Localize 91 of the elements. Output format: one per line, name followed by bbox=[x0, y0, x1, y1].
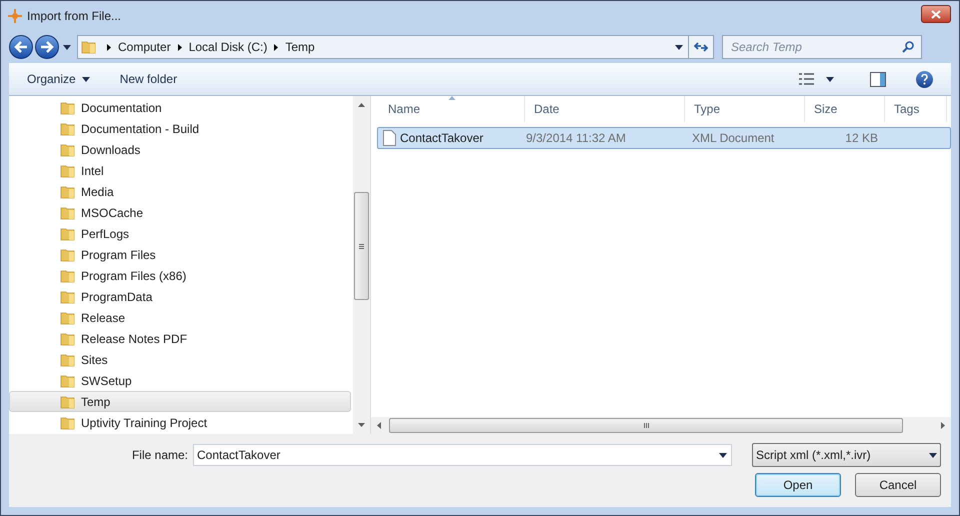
scroll-left-icon bbox=[377, 422, 381, 429]
folder-item[interactable]: Temp bbox=[9, 391, 351, 412]
file-name-field[interactable]: ContactTakover bbox=[193, 444, 732, 466]
folder-icon bbox=[60, 226, 76, 242]
folder-icon bbox=[60, 352, 76, 368]
folder-item[interactable]: ProgramData bbox=[9, 286, 351, 307]
scroll-up-icon bbox=[358, 103, 365, 107]
folder-item[interactable]: MSOCache bbox=[9, 202, 351, 223]
folder-icon bbox=[60, 100, 76, 116]
folder-icon bbox=[60, 268, 76, 284]
grip-icon bbox=[359, 244, 364, 248]
preview-pane-button[interactable] bbox=[870, 72, 886, 86]
caret-icon bbox=[674, 44, 682, 50]
chevron-icon bbox=[274, 44, 278, 50]
folder-icon bbox=[60, 372, 76, 388]
column-header[interactable]: Date bbox=[525, 96, 685, 122]
chevron-icon bbox=[107, 44, 111, 50]
folder-icon bbox=[60, 288, 76, 304]
scroll-thumb[interactable] bbox=[354, 192, 369, 300]
address-bar[interactable]: Computer Local Disk (C:) Temp bbox=[77, 35, 714, 59]
organize-menu[interactable]: Organize bbox=[27, 70, 90, 88]
forward-button[interactable] bbox=[35, 35, 59, 59]
folder-icon bbox=[60, 414, 76, 430]
window-title: Import from File... bbox=[27, 8, 122, 25]
file-name: ContactTakover bbox=[400, 130, 484, 147]
dialog-button[interactable]: Cancel bbox=[855, 473, 941, 497]
folder-item[interactable]: Uptivity Training Project bbox=[9, 412, 351, 433]
folder-item[interactable]: Downloads bbox=[9, 139, 351, 160]
file-row[interactable]: ContactTakover 9/3/2014 11:32 AM XML Document 12 KB bbox=[377, 127, 951, 149]
file-size: 12 KB bbox=[844, 130, 878, 147]
chevron-icon bbox=[178, 44, 182, 50]
search-field[interactable]: Search Temp bbox=[722, 35, 922, 59]
folder-item[interactable]: Intel bbox=[9, 160, 351, 181]
column-header[interactable]: Name bbox=[379, 96, 525, 122]
folder-item[interactable]: PerfLogs bbox=[9, 223, 351, 244]
folder-item[interactable]: Documentation bbox=[9, 97, 351, 118]
folder-item[interactable]: Documentation - Build bbox=[9, 118, 351, 139]
scroll-down-icon bbox=[358, 423, 365, 427]
help-button[interactable] bbox=[916, 70, 933, 88]
folder-icon bbox=[60, 120, 76, 136]
folder-item[interactable]: Sites bbox=[9, 349, 351, 370]
back-arrow-icon bbox=[14, 41, 28, 53]
close-button[interactable] bbox=[921, 5, 951, 23]
folder-icon bbox=[60, 184, 76, 200]
folder-icon bbox=[60, 204, 76, 220]
breadcrumb-link[interactable]: Computer bbox=[118, 38, 171, 56]
folder-item[interactable]: Program Files (x86) bbox=[9, 265, 351, 286]
column-header[interactable]: Tags bbox=[885, 96, 947, 122]
folder-icon bbox=[60, 246, 76, 262]
folder-item[interactable]: Release bbox=[9, 307, 351, 328]
file-type-dropdown[interactable]: Script xml (*.xml,*.ivr) bbox=[752, 443, 941, 467]
folder-icon bbox=[60, 330, 76, 346]
caret-icon bbox=[826, 76, 834, 82]
app-icon bbox=[7, 8, 23, 24]
dialog-button[interactable]: Open bbox=[755, 473, 841, 497]
close-icon bbox=[931, 10, 941, 18]
forward-arrow-icon bbox=[40, 41, 54, 53]
folder-item[interactable]: Release Notes PDF bbox=[9, 328, 351, 349]
scroll-thumb[interactable] bbox=[389, 418, 903, 433]
breadcrumb-link[interactable]: Local Disk (C:) bbox=[188, 38, 268, 56]
folder-icon bbox=[60, 310, 76, 326]
file-type: XML Document bbox=[691, 130, 776, 147]
column-header[interactable]: Type bbox=[685, 96, 805, 122]
list-view-icon bbox=[799, 73, 814, 85]
search-icon bbox=[902, 41, 914, 53]
caret-icon bbox=[719, 452, 727, 458]
file-name-label: File name: bbox=[130, 447, 189, 464]
folder-item[interactable]: Program Files bbox=[9, 244, 351, 265]
breadcrumb-link[interactable]: Temp bbox=[285, 38, 315, 56]
refresh-icon bbox=[694, 41, 708, 53]
folder-icon bbox=[81, 39, 97, 55]
help-icon bbox=[921, 74, 928, 84]
caret-icon bbox=[929, 452, 937, 458]
grip-icon bbox=[644, 423, 648, 428]
view-menu[interactable] bbox=[799, 73, 834, 85]
caret-icon bbox=[63, 44, 71, 50]
scroll-right-icon bbox=[941, 422, 945, 429]
column-header[interactable]: Size bbox=[805, 96, 885, 122]
back-button[interactable] bbox=[9, 35, 33, 59]
file-date: 9/3/2014 11:32 AM bbox=[526, 130, 627, 147]
folder-icon bbox=[60, 142, 76, 158]
caret-icon bbox=[82, 76, 90, 82]
horizontal-scrollbar[interactable] bbox=[371, 417, 951, 434]
sort-arrow-icon bbox=[448, 96, 455, 100]
folder-icon bbox=[60, 394, 76, 410]
new-folder-button[interactable]: New folder bbox=[120, 70, 178, 88]
vertical-scrollbar[interactable] bbox=[353, 96, 370, 434]
folder-item[interactable]: SWSetup bbox=[9, 370, 351, 391]
folder-item[interactable]: Media bbox=[9, 181, 351, 202]
folder-icon bbox=[60, 162, 76, 178]
document-icon bbox=[383, 130, 396, 146]
